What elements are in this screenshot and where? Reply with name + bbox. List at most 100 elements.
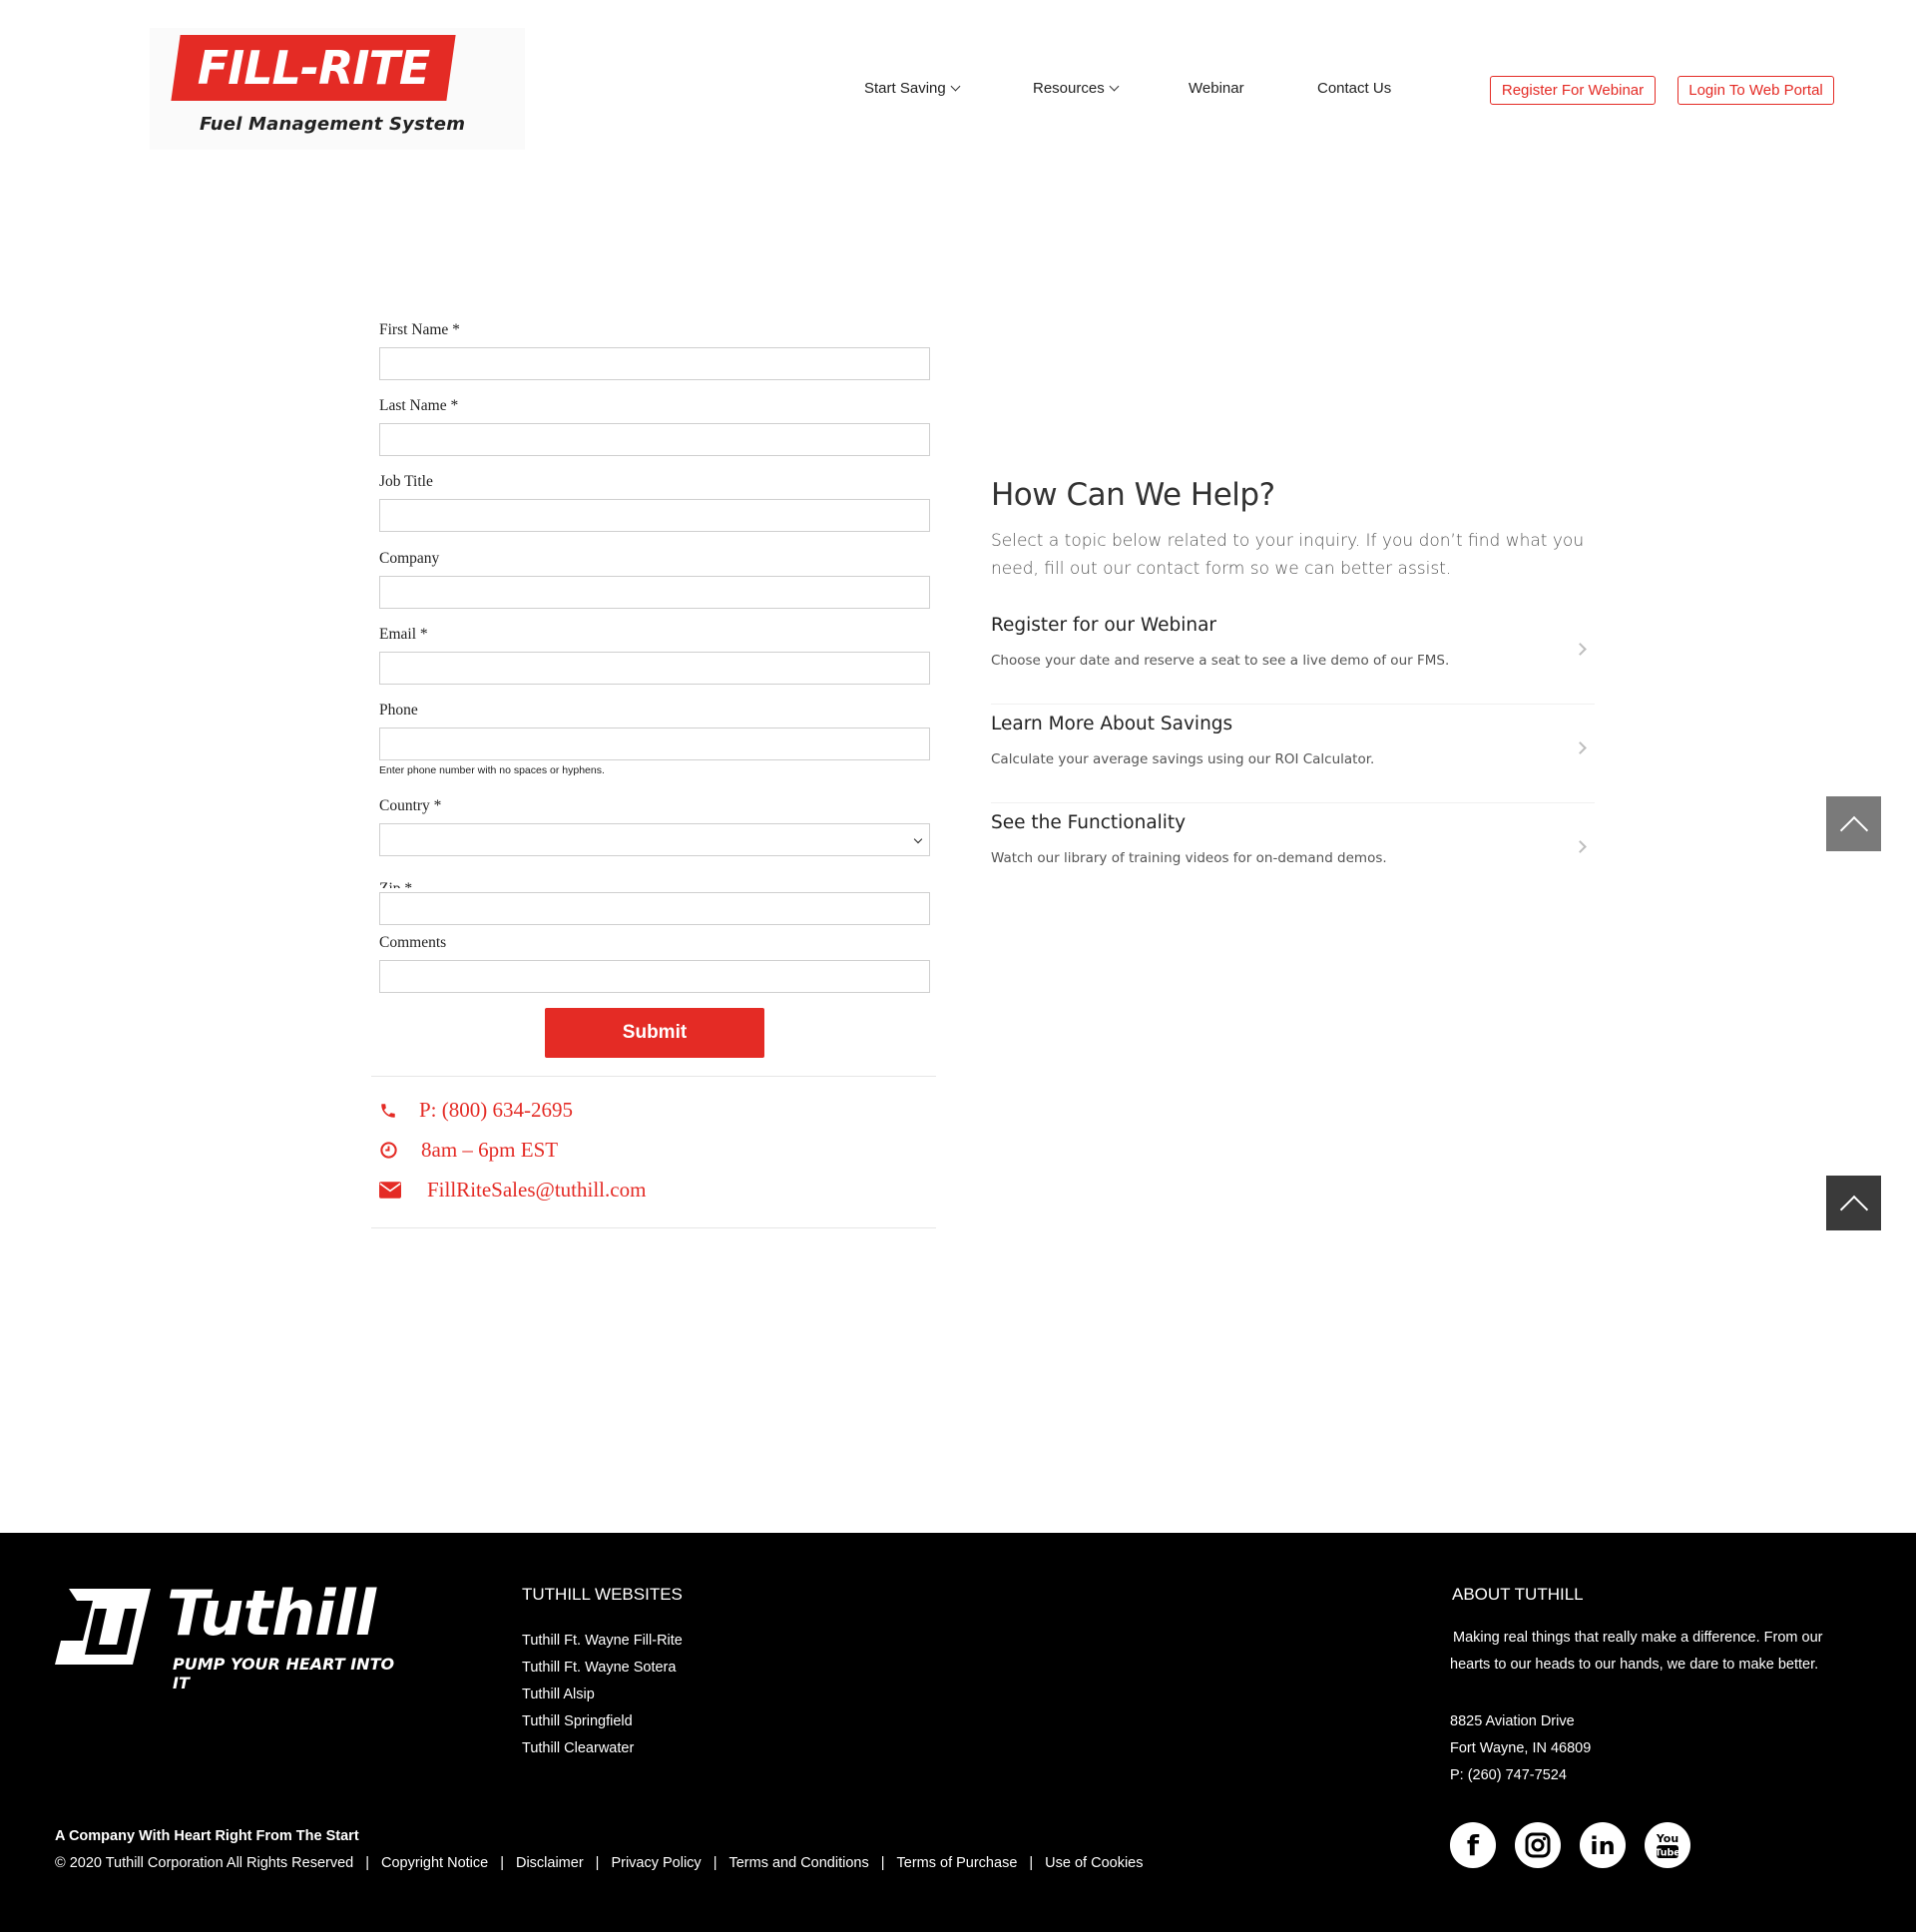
contact-hours-text: 8am – 6pm EST [421, 1138, 559, 1162]
instagram-icon[interactable] [1515, 1822, 1561, 1868]
email-field: Email * [379, 624, 930, 685]
topic-functionality[interactable]: See the Functionality Watch our library … [991, 812, 1595, 902]
last-name-field: Last Name * [379, 395, 930, 456]
address-line: 8825 Aviation Drive [1450, 1713, 1575, 1729]
separator: | [595, 1855, 600, 1871]
divider [371, 1076, 936, 1077]
register-webinar-button[interactable]: Register For Webinar [1490, 76, 1656, 105]
country-field: Country * [379, 795, 930, 856]
contact-hours: 8am – 6pm EST [379, 1138, 558, 1163]
logo-subtitle: Fuel Management System [200, 114, 466, 135]
website-link[interactable]: Tuthill Ft. Wayne Sotera [522, 1658, 676, 1678]
phone-field: Phone Enter phone number with no spaces … [379, 700, 930, 776]
nav-webinar[interactable]: Webinar [1189, 80, 1244, 97]
chevron-right-icon [1574, 840, 1587, 853]
nav-label: Start Saving [864, 80, 946, 97]
comments-field: Comments [379, 932, 930, 993]
topic-desc: Watch our library of training videos for… [991, 850, 1387, 866]
separator: | [1029, 1855, 1034, 1871]
contact-email[interactable]: FillRiteSales@tuthill.com [379, 1178, 646, 1203]
website-link[interactable]: Tuthill Springfield [522, 1711, 633, 1731]
job-title-label: Job Title [379, 473, 433, 490]
topic-register-webinar[interactable]: Register for our Webinar Choose your dat… [991, 615, 1595, 705]
nav-label: Resources [1033, 80, 1105, 97]
topic-savings[interactable]: Learn More About Savings Calculate your … [991, 714, 1595, 803]
login-portal-button[interactable]: Login To Web Portal [1677, 76, 1834, 105]
chevron-right-icon [1574, 643, 1587, 656]
company-input[interactable] [379, 576, 930, 609]
website-link[interactable]: Tuthill Alsip [522, 1685, 595, 1704]
legal-link[interactable]: Terms of Purchase [897, 1855, 1018, 1871]
topic-title: See the Functionality [991, 812, 1187, 833]
last-name-label: Last Name * [379, 397, 459, 414]
comments-input[interactable] [379, 960, 930, 993]
job-title-field: Job Title [379, 471, 930, 532]
tuthill-logo[interactable]: Tuthill PUMP YOUR HEART INTO IT [55, 1577, 414, 1692]
topic-title: Learn More About Savings [991, 714, 1233, 734]
about-heading: ABOUT TUTHILL [1452, 1585, 1584, 1604]
svg-text:in: in [1590, 1832, 1615, 1858]
nav-start-saving[interactable]: Start Saving [864, 80, 961, 97]
nav-resources[interactable]: Resources [1033, 80, 1120, 97]
separator: | [500, 1855, 504, 1871]
svg-text:f: f [1467, 1831, 1480, 1859]
envelope-icon [379, 1182, 427, 1199]
email-input[interactable] [379, 652, 930, 685]
country-label: Country * [379, 797, 442, 814]
divider [371, 1227, 936, 1228]
zip-field: Zip * [379, 878, 930, 925]
tuthill-tagline: PUMP YOUR HEART INTO IT [173, 1655, 395, 1692]
copyright-text: © 2020 Tuthill Corporation All Rights Re… [55, 1855, 354, 1871]
legal-link[interactable]: Use of Cookies [1045, 1855, 1143, 1871]
legal-link[interactable]: Disclaimer [516, 1855, 584, 1871]
website-link[interactable]: Tuthill Clearwater [522, 1738, 634, 1758]
submit-button[interactable]: Submit [545, 1008, 764, 1058]
footer-slogan: A Company With Heart Right From The Star… [55, 1828, 359, 1844]
website-link[interactable]: Tuthill Ft. Wayne Fill-Rite [522, 1631, 683, 1651]
tuthill-wordmark: Tuthill [167, 1577, 376, 1650]
contact-phone[interactable]: P: (800) 634-2695 [379, 1098, 573, 1123]
scroll-to-top-button[interactable] [1826, 1176, 1881, 1230]
legal-link[interactable]: Copyright Notice [381, 1855, 488, 1871]
chevron-up-icon [1839, 1195, 1868, 1223]
company-label: Company [379, 550, 440, 567]
websites-heading: TUTHILL WEBSITES [522, 1585, 683, 1604]
nav-label: Contact Us [1317, 80, 1392, 97]
footer-phone: P: (260) 747-7524 [1450, 1767, 1567, 1783]
zip-input[interactable] [379, 892, 930, 925]
logo-brand-text: FILL-RITE [197, 41, 431, 95]
site-footer: Tuthill PUMP YOUR HEART INTO IT TUTHILL … [0, 1533, 1916, 1932]
country-select[interactable] [379, 823, 930, 856]
tuthill-mark-icon [55, 1589, 151, 1665]
facebook-icon[interactable]: f [1450, 1822, 1496, 1868]
phone-icon [379, 1102, 419, 1120]
legal-bar: © 2020 Tuthill Corporation All Rights Re… [55, 1855, 1144, 1871]
first-name-input[interactable] [379, 347, 930, 380]
scroll-to-top-button[interactable] [1826, 796, 1881, 851]
job-title-input[interactable] [379, 499, 930, 532]
youtube-icon[interactable]: You Tube [1645, 1822, 1690, 1868]
nav-label: Webinar [1189, 80, 1244, 97]
phone-input[interactable] [379, 727, 930, 760]
legal-link[interactable]: Privacy Policy [611, 1855, 701, 1871]
chevron-down-icon [1109, 81, 1120, 91]
chevron-down-icon [913, 834, 923, 844]
phone-hint: Enter phone number with no spaces or hyp… [379, 764, 605, 776]
first-name-label: First Name * [379, 321, 460, 338]
email-label: Email * [379, 626, 428, 643]
topic-title: Register for our Webinar [991, 615, 1217, 636]
linkedin-icon[interactable]: in [1580, 1822, 1626, 1868]
last-name-input[interactable] [379, 423, 930, 456]
contact-phone-text: P: (800) 634-2695 [419, 1098, 573, 1122]
nav-contact-us[interactable]: Contact Us [1317, 80, 1391, 97]
fill-rite-logo[interactable]: FILL-RITE Fuel Management System [150, 28, 525, 150]
first-name-field: First Name * [379, 319, 930, 380]
svg-text:You: You [1656, 1832, 1678, 1845]
about-text: Making real things that really make a di… [1450, 1630, 1823, 1673]
address-line: Fort Wayne, IN 46809 [1450, 1740, 1592, 1756]
clock-icon [379, 1141, 421, 1160]
company-field: Company [379, 548, 930, 609]
separator: | [880, 1855, 885, 1871]
legal-link[interactable]: Terms and Conditions [728, 1855, 868, 1871]
contact-email-link: FillRiteSales@tuthill.com [427, 1178, 647, 1202]
